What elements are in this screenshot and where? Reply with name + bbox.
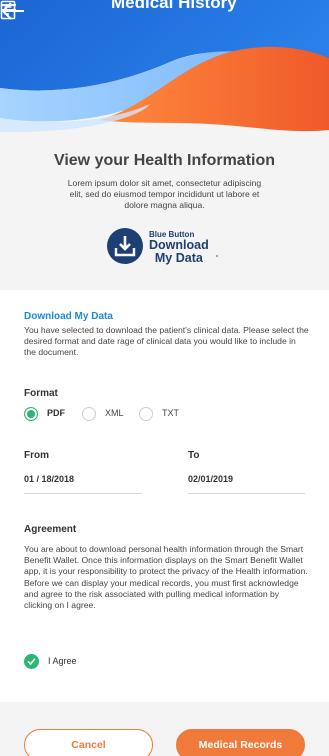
wave-graphic [0, 0, 329, 133]
top-bar: Medical History [0, 0, 329, 20]
intro-heading: View your Health Information [53, 152, 276, 169]
format-option-pdf[interactable]: PDF [47, 408, 65, 418]
format-option-txt[interactable]: TXT [162, 408, 179, 418]
agreement-text: You are about to download personal healt… [24, 544, 308, 611]
intro-section: View your Health Information Lorem ipsum… [0, 140, 329, 288]
badge-line-2: My Data [154, 250, 203, 265]
menu-icon[interactable] [0, 0, 18, 18]
medical-records-button[interactable]: Medical Records [176, 729, 305, 756]
format-option-xml[interactable]: XML [105, 408, 124, 418]
download-description: You have selected to download the patien… [24, 325, 309, 357]
format-label: Format [24, 388, 58, 399]
page-title: Medical History [111, 0, 237, 12]
badge-dot [216, 255, 218, 257]
from-label: From [24, 450, 49, 461]
format-radio-pdf[interactable] [24, 407, 38, 421]
badge-line-1: Download [149, 238, 209, 252]
to-date-field[interactable]: 02/01/2019 [188, 474, 233, 484]
intro-body: Lorem ipsum dolor sit amet, consectetur … [67, 178, 262, 210]
format-radio-xml[interactable] [82, 407, 96, 421]
to-label: To [188, 450, 200, 461]
header-banner: Medical History [0, 0, 329, 140]
agree-checkbox-label[interactable]: I Agree [48, 656, 77, 666]
download-form-card: Download My Data You have selected to do… [0, 290, 329, 702]
checkmark-icon [27, 658, 36, 666]
blue-button-badge[interactable]: Blue Button Download My Data [107, 225, 223, 269]
cancel-button[interactable]: Cancel [24, 729, 153, 756]
download-title: Download My Data [24, 311, 113, 322]
from-date-underline [24, 493, 142, 494]
to-date-underline [188, 493, 305, 494]
download-icon [107, 228, 143, 264]
badge-title: Download My Data [149, 239, 209, 264]
agree-checkbox[interactable] [24, 654, 39, 669]
agreement-label: Agreement [24, 524, 77, 535]
format-radio-txt[interactable] [139, 407, 153, 421]
from-date-field[interactable]: 01 / 18/2018 [24, 474, 74, 484]
